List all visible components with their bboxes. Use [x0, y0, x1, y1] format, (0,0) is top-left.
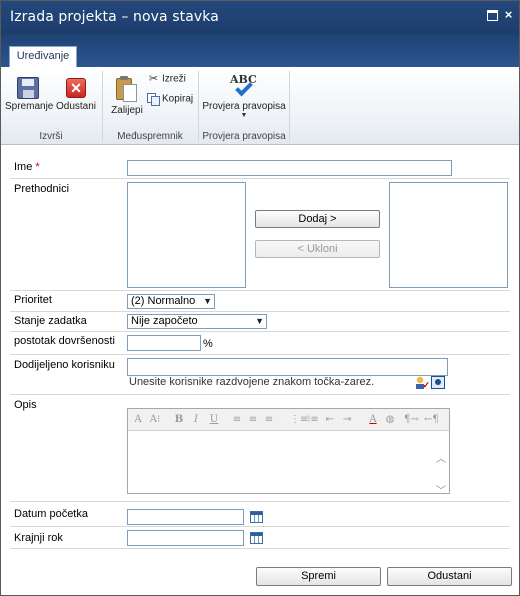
cancel-form-button[interactable]: Odustani: [387, 567, 512, 586]
required-marker: *: [35, 161, 40, 173]
editor-scrollbar[interactable]: ︿ ﹀: [433, 432, 449, 497]
due-date-label: Krajnji rok: [14, 532, 63, 544]
new-item-dialog: Izrada projekta – nova stavka × Uređivan…: [0, 0, 520, 596]
remove-predecessor-button[interactable]: < Ukloni: [255, 240, 380, 258]
increase-indent-icon[interactable]: ⇥: [340, 413, 354, 426]
numbered-list-icon[interactable]: ⋮≡: [290, 413, 308, 426]
selected-predecessors-list[interactable]: [389, 182, 508, 288]
ribbon-separator: [289, 71, 290, 141]
scissors-icon: ✂: [148, 73, 159, 85]
maximize-icon[interactable]: [487, 10, 498, 21]
decrease-indent-icon[interactable]: ⇤: [323, 413, 337, 426]
copy-button[interactable]: Kopiraj: [147, 93, 197, 106]
align-right-icon[interactable]: ≡: [262, 413, 276, 426]
status-select[interactable]: Nije započeto ▼: [127, 314, 267, 329]
tab-edit[interactable]: Uređivanje: [9, 46, 77, 67]
save-button[interactable]: Spremanje: [5, 77, 54, 112]
predecessors-label: Prethodnici: [14, 183, 70, 195]
bold-icon[interactable]: B: [172, 413, 186, 426]
paste-button[interactable]: Zalijepi: [107, 75, 147, 116]
calendar-icon[interactable]: [250, 511, 263, 523]
assigned-people-picker[interactable]: [127, 358, 448, 376]
chevron-down-icon[interactable]: ▼: [201, 112, 287, 120]
assigned-hint: Unesite korisnike razdvojene znakom točk…: [129, 376, 375, 388]
start-date-input[interactable]: [127, 509, 244, 525]
check-names-icon[interactable]: [414, 376, 430, 391]
field-row-status: Stanje zadatka Nije započeto ▼: [10, 312, 510, 332]
due-date-input[interactable]: [127, 530, 244, 546]
add-predecessor-button[interactable]: Dodaj >: [255, 210, 380, 228]
cut-button[interactable]: ✂ Izreži: [147, 73, 195, 85]
ribbon-group-label-clipboard: Međuspremnik: [117, 131, 183, 142]
percent-label: postotak dovršenosti: [14, 335, 115, 347]
close-icon[interactable]: ×: [503, 8, 514, 21]
assigned-label: Dodijeljeno korisniku: [14, 359, 115, 371]
title-bar: Izrada projekta – nova stavka ×: [1, 1, 519, 34]
ribbon: Spremanje ✕ Odustani Izvrši Zalijepi ✂ Iz…: [1, 67, 519, 145]
description-label: Opis: [14, 399, 37, 411]
underline-icon[interactable]: U: [207, 413, 221, 426]
ribbon-group-label-spelling: Provjera pravopisa: [202, 131, 286, 142]
ribbon-tab-strip: Uređivanje: [1, 34, 519, 67]
percent-unit: %: [203, 338, 213, 350]
cancel-button-label: Odustani: [55, 101, 97, 112]
chevron-down-icon: ▼: [255, 316, 264, 326]
rich-text-toolbar: A A⁝ B I U ≡ ≡ ≡ ⋮≡ ⁝≡ ⇤ ⇥ A ◍ ¶→ ←¶: [128, 409, 449, 431]
field-row-predecessors: Prethodnici Dodaj > < Ukloni: [10, 179, 510, 291]
ltr-icon[interactable]: ¶→: [404, 413, 419, 426]
scroll-down-icon[interactable]: ﹀: [436, 482, 446, 497]
rtl-icon[interactable]: ←¶: [424, 413, 439, 426]
save-button-label: Spremanje: [5, 101, 54, 112]
ribbon-group-label-commit: Izvrši: [39, 131, 63, 142]
priority-label: Prioritet: [14, 294, 52, 306]
save-form-button[interactable]: Spremi: [256, 567, 381, 586]
scroll-up-icon[interactable]: ︿: [436, 450, 446, 465]
description-editor[interactable]: A A⁝ B I U ≡ ≡ ≡ ⋮≡ ⁝≡ ⇤ ⇥ A ◍ ¶→ ←¶ ︿ ﹀: [127, 408, 450, 497]
name-input[interactable]: [127, 160, 452, 176]
ribbon-group-commit: Spremanje ✕ Odustani Izvrši: [1, 67, 101, 145]
ribbon-group-spelling: ABC Provjera pravopisa ▼ Provjera pravop…: [199, 67, 289, 145]
priority-select[interactable]: (2) Normalno ▼: [127, 294, 215, 309]
copy-button-label: Kopiraj: [162, 93, 194, 105]
start-date-label: Datum početka: [14, 508, 88, 520]
field-row-priority: Prioritet (2) Normalno ▼: [10, 291, 510, 312]
bullet-list-icon[interactable]: ⁝≡: [306, 413, 320, 426]
calendar-icon[interactable]: [250, 532, 263, 544]
chevron-down-icon: ▼: [203, 296, 212, 306]
address-book-icon[interactable]: [431, 376, 445, 389]
field-row-description: Opis A A⁝ B I U ≡ ≡ ≡ ⋮≡ ⁝≡ ⇤ ⇥ A ◍ ¶→ ←…: [10, 395, 510, 502]
spelling-button-label: Provjera pravopisa: [202, 101, 286, 112]
align-center-icon[interactable]: ≡: [246, 413, 260, 426]
save-icon: [17, 77, 39, 99]
status-value: Nije započeto: [131, 315, 198, 327]
percent-input[interactable]: [127, 335, 201, 351]
font-icon[interactable]: A: [131, 413, 145, 426]
align-left-icon[interactable]: ≡: [230, 413, 244, 426]
field-row-percent: postotak dovršenosti %: [10, 332, 510, 355]
text-color-icon[interactable]: A: [366, 413, 380, 426]
priority-value: (2) Normalno: [131, 295, 196, 307]
highlight-icon[interactable]: ◍: [383, 413, 397, 426]
field-row-name: Ime *: [10, 157, 510, 179]
paste-icon: [115, 75, 139, 103]
available-predecessors-list[interactable]: [127, 182, 246, 288]
dialog-title: Izrada projekta – nova stavka: [10, 9, 219, 25]
font-size-icon[interactable]: A⁝: [148, 413, 162, 426]
cut-button-label: Izreži: [162, 73, 186, 85]
cancel-icon: ✕: [66, 78, 86, 98]
field-row-due-date: Krajnji rok: [10, 527, 510, 549]
status-label: Stanje zadatka: [14, 315, 87, 327]
field-row-start-date: Datum početka: [10, 502, 510, 527]
paste-button-label: Zalijepi: [111, 105, 143, 116]
spelling-button[interactable]: ABC Provjera pravopisa ▼: [201, 73, 287, 120]
name-label: Ime *: [14, 161, 40, 173]
field-row-assigned: Dodijeljeno korisniku Unesite korisnike …: [10, 355, 510, 395]
cancel-button[interactable]: ✕ Odustani: [53, 77, 99, 112]
italic-icon[interactable]: I: [189, 413, 203, 426]
ribbon-group-clipboard: Zalijepi ✂ Izreži Kopiraj Međuspremnik: [103, 67, 197, 145]
copy-icon: [147, 93, 160, 106]
spellcheck-icon: ABC: [229, 73, 259, 101]
